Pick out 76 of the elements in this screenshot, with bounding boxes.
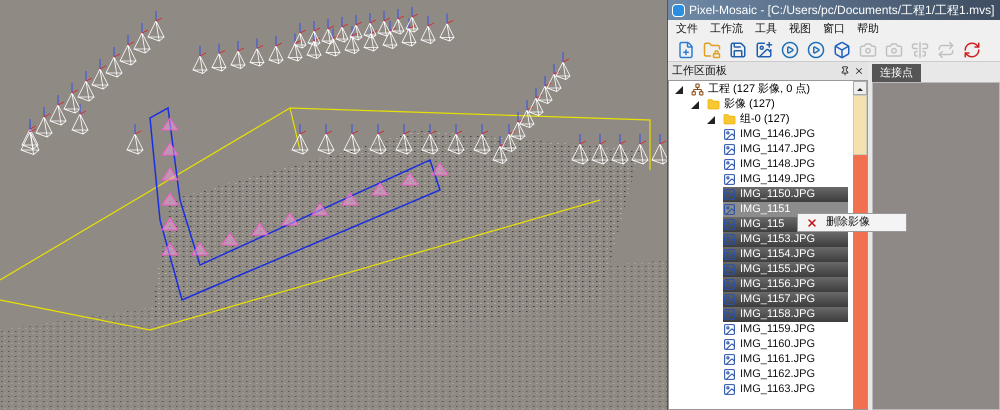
tree-item[interactable]: IMG_1149.JPG — [723, 172, 848, 187]
image-icon — [723, 218, 736, 231]
tree-item[interactable]: IMG_1162.JPG — [723, 367, 848, 382]
tab[interactable]: 连接点 — [872, 64, 921, 82]
image-icon — [723, 263, 736, 276]
folder-lock-icon — [703, 40, 721, 58]
tree-item[interactable]: IMG_1158.JPG — [723, 307, 848, 322]
image-icon — [723, 188, 736, 201]
camera-icon — [885, 40, 903, 58]
toolbar-button[interactable] — [832, 40, 852, 60]
toolbar-button[interactable] — [806, 40, 826, 60]
image-icon — [723, 158, 736, 171]
menu-item[interactable]: 工具 — [755, 20, 777, 38]
image-icon — [723, 278, 736, 291]
tree-item[interactable]: IMG_1147.JPG — [723, 142, 848, 157]
image-icon — [723, 173, 736, 186]
scroll-thumb[interactable] — [853, 95, 867, 155]
menu-item[interactable]: 工作流 — [710, 20, 743, 38]
tree-item[interactable]: IMG_1161.JPG — [723, 352, 848, 367]
new-file-icon — [677, 40, 695, 58]
pin-icon — [840, 66, 850, 76]
tree-item[interactable]: 工程 (127 影像, 0 点) — [691, 82, 814, 97]
play-icon — [781, 40, 799, 58]
tree-item[interactable]: IMG_1160.JPG — [723, 337, 848, 352]
image-icon — [723, 368, 736, 381]
tree-item[interactable]: IMG_1156.JPG — [723, 277, 848, 292]
menu-item[interactable]: 帮助 — [857, 20, 879, 38]
image-icon — [723, 338, 736, 351]
camera-icon — [859, 40, 877, 58]
tree-item[interactable]: 影像 (127) — [707, 97, 779, 112]
image-icon — [723, 203, 736, 216]
tree-item[interactable]: IMG_1153.JPG — [723, 232, 848, 247]
tree-item[interactable]: IMG_1146.JPG — [723, 127, 848, 142]
image-icon — [723, 143, 736, 156]
close-icon — [854, 66, 864, 76]
menu-item[interactable]: 窗口 — [823, 20, 845, 38]
swap-icon — [937, 40, 955, 58]
image-icon — [723, 353, 736, 366]
expand-arrow-icon[interactable] — [675, 86, 683, 94]
image-icon — [723, 293, 736, 306]
tree-item[interactable]: IMG_1157.JPG — [723, 292, 848, 307]
image-icon — [723, 233, 736, 246]
image-icon — [723, 128, 736, 141]
toolbar-button[interactable] — [962, 40, 982, 60]
tree-item[interactable]: IMG_1155.JPG — [723, 262, 848, 277]
image-plus-icon — [755, 40, 773, 58]
tree-item[interactable]: IMG_1163.JPG — [723, 382, 848, 397]
folder-icon — [707, 98, 720, 111]
menu-item[interactable]: 文件 — [676, 20, 698, 38]
toolbar-button[interactable] — [754, 40, 774, 60]
expand-arrow-icon[interactable] — [707, 116, 715, 124]
folder-icon — [723, 113, 736, 126]
refresh-icon — [963, 40, 981, 58]
tree-item[interactable]: 组-0 (127) — [723, 112, 794, 127]
app-logo-icon — [672, 4, 685, 16]
window-title: Pixel-Mosaic - [C:/Users/pc/Documents/工程1/工程1.mvs] — [689, 2, 994, 19]
tree-item[interactable]: IMG_1150.JPG — [723, 187, 848, 202]
save-icon — [729, 40, 747, 58]
tree-item[interactable]: IMG_1154.JPG — [723, 247, 848, 262]
menu-item[interactable]: 视图 — [789, 20, 811, 38]
expand-arrow-icon[interactable] — [691, 100, 699, 108]
tree-item[interactable]: IMG_1148.JPG — [723, 157, 848, 172]
menu-item[interactable]: 删除影像 — [798, 214, 906, 231]
hierarchy-icon — [691, 83, 704, 96]
cube-icon — [833, 40, 851, 58]
image-icon — [723, 383, 736, 396]
play-icon — [807, 40, 825, 58]
image-icon — [723, 323, 736, 336]
image-icon — [723, 248, 736, 261]
tree-item[interactable]: IMG_1159.JPG — [723, 322, 848, 337]
image-icon — [723, 308, 736, 321]
toolbar-button[interactable] — [780, 40, 800, 60]
toolbar-button[interactable] — [728, 40, 748, 60]
delete-icon — [806, 216, 818, 228]
panel-title: 工作区面板 — [672, 64, 727, 79]
align-icon — [911, 40, 929, 58]
